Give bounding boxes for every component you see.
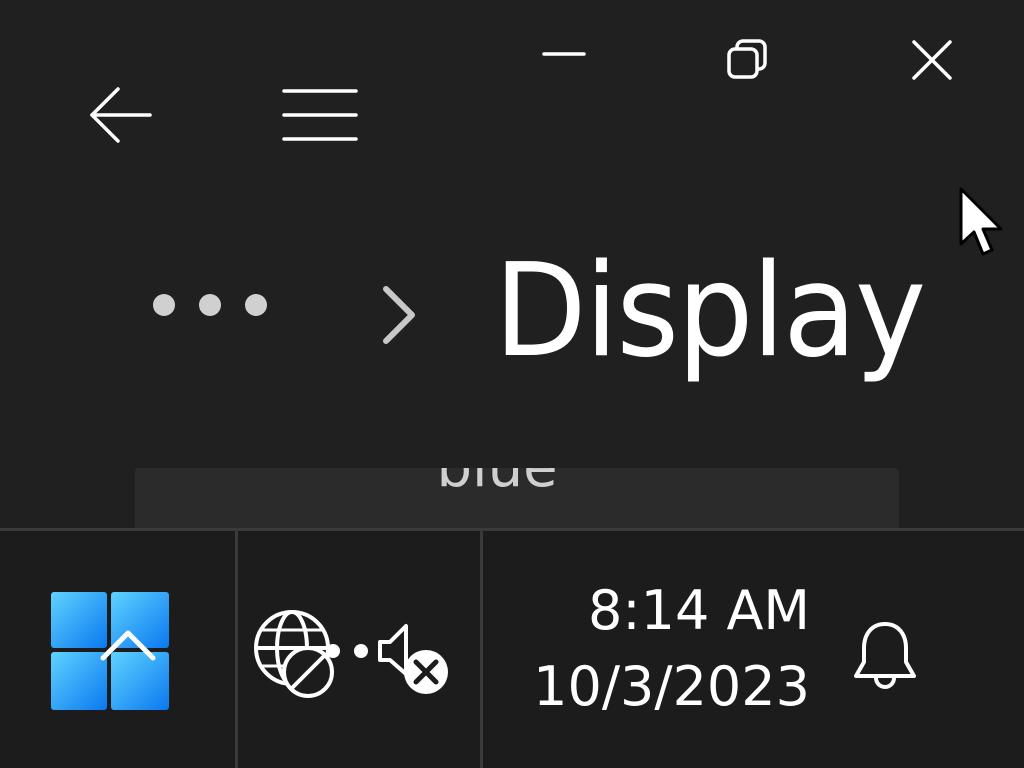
screen: Display blue — [0, 0, 1024, 768]
back-button[interactable] — [80, 75, 160, 155]
back-arrow-icon — [90, 87, 152, 143]
quick-settings-button[interactable] — [244, 591, 480, 711]
close-button[interactable] — [892, 20, 972, 100]
navigation-menu-button[interactable] — [280, 75, 360, 155]
volume-muted-icon — [378, 624, 448, 694]
minimize-button[interactable] — [524, 20, 604, 100]
taskbar-divider — [480, 531, 483, 768]
bell-icon — [854, 622, 916, 689]
hamburger-menu-icon — [282, 89, 358, 141]
page-title: Display — [494, 237, 926, 386]
settings-window: Display blue — [0, 0, 1024, 528]
chevron-right-icon — [382, 286, 415, 344]
start-button[interactable] — [30, 571, 190, 731]
minimize-icon — [542, 52, 586, 56]
notifications-button[interactable] — [845, 606, 925, 706]
clock-time: 8:14 AM — [588, 579, 810, 642]
restore-icon — [727, 39, 767, 79]
tray-separator-dot — [354, 644, 368, 658]
taskbar: 8:14 AM 10/3/2023 — [0, 528, 1024, 768]
restore-button[interactable] — [708, 20, 788, 100]
taskbar-divider — [235, 531, 238, 768]
close-icon — [912, 40, 952, 80]
breadcrumb-more-button[interactable] — [140, 270, 280, 340]
settings-list-item[interactable]: blue — [135, 468, 899, 528]
tray-separator-dot — [326, 644, 340, 658]
windows-logo-icon — [51, 592, 169, 710]
clock-date: 10/3/2023 — [533, 655, 810, 718]
breadcrumb: Display — [0, 237, 1024, 386]
mouse-cursor-icon — [959, 187, 1003, 256]
more-icon — [153, 294, 267, 316]
taskbar-clock[interactable]: 8:14 AM 10/3/2023 — [510, 571, 810, 731]
breadcrumb-separator — [370, 270, 425, 360]
settings-list-item-label: blue — [135, 468, 899, 508]
